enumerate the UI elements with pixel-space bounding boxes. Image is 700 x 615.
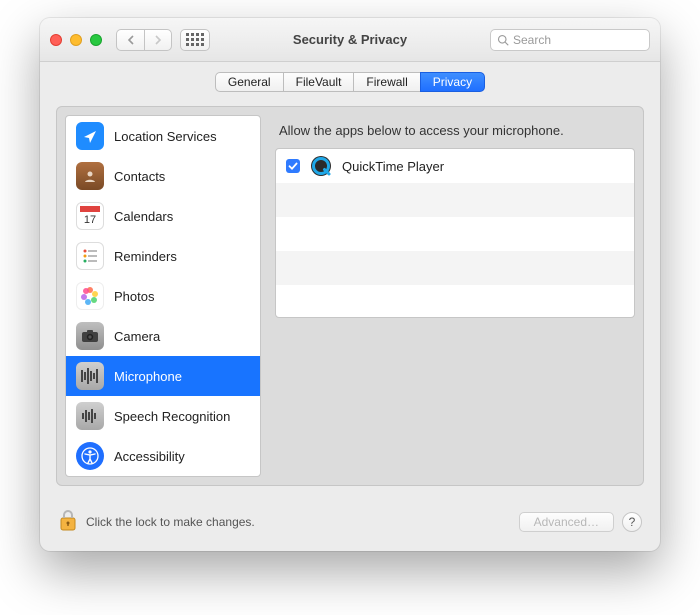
tabs: General FileVault Firewall Privacy: [215, 72, 485, 92]
privacy-panel: Location Services Contacts 17 Calendars: [56, 106, 644, 486]
sidebar-item-label: Location Services: [114, 129, 217, 144]
accessibility-icon: [76, 442, 104, 470]
tab-general[interactable]: General: [215, 72, 283, 92]
sidebar-item-calendars[interactable]: 17 Calendars: [66, 196, 260, 236]
lock-icon: [58, 508, 78, 532]
sidebar-item-label: Calendars: [114, 209, 173, 224]
help-label: ?: [629, 515, 636, 529]
privacy-category-sidebar: Location Services Contacts 17 Calendars: [65, 115, 261, 477]
search-input[interactable]: [513, 33, 643, 47]
sidebar-item-label: Contacts: [114, 169, 165, 184]
sidebar-item-label: Microphone: [114, 369, 182, 384]
back-button[interactable]: [116, 29, 144, 51]
main-content: Location Services Contacts 17 Calendars: [40, 98, 660, 498]
close-window-button[interactable]: [50, 34, 62, 46]
titlebar: Security & Privacy: [40, 18, 660, 62]
sidebar-item-label: Accessibility: [114, 449, 185, 464]
sidebar-item-camera[interactable]: Camera: [66, 316, 260, 356]
lock-button[interactable]: [58, 508, 78, 535]
tabs-row: General FileVault Firewall Privacy: [40, 62, 660, 98]
search-field[interactable]: [490, 29, 650, 51]
location-arrow-icon: [76, 122, 104, 150]
contacts-icon: [76, 162, 104, 190]
chevron-left-icon: [127, 35, 135, 45]
tab-label: Firewall: [366, 75, 407, 89]
microphone-icon: [76, 362, 104, 390]
reminders-icon: [76, 242, 104, 270]
tab-filevault[interactable]: FileVault: [283, 72, 354, 92]
sidebar-item-label: Reminders: [114, 249, 177, 264]
forward-button[interactable]: [144, 29, 172, 51]
preferences-window: Security & Privacy General FileVault Fir…: [40, 18, 660, 551]
sidebar-item-label: Photos: [114, 289, 154, 304]
app-allow-checkbox[interactable]: [286, 159, 300, 173]
calendar-icon: 17: [76, 202, 104, 230]
traffic-lights: [50, 34, 102, 46]
svg-text:17: 17: [84, 214, 96, 226]
sidebar-item-label: Camera: [114, 329, 160, 344]
tab-firewall[interactable]: Firewall: [353, 72, 419, 92]
camera-icon: [76, 322, 104, 350]
nav-back-forward: [116, 29, 172, 51]
app-row-empty: [276, 183, 634, 217]
chevron-right-icon: [154, 35, 162, 45]
tab-label: General: [228, 75, 271, 89]
zoom-window-button[interactable]: [90, 34, 102, 46]
tab-label: FileVault: [296, 75, 342, 89]
app-row-quicktime[interactable]: QuickTime Player: [276, 149, 634, 183]
advanced-label: Advanced…: [534, 515, 599, 529]
tab-label: Privacy: [433, 75, 472, 89]
sidebar-item-speech-recognition[interactable]: Speech Recognition: [66, 396, 260, 436]
sidebar-item-label: Speech Recognition: [114, 409, 230, 424]
sidebar-item-contacts[interactable]: Contacts: [66, 156, 260, 196]
tab-privacy[interactable]: Privacy: [420, 72, 485, 92]
sidebar-item-microphone[interactable]: Microphone: [66, 356, 260, 396]
sidebar-item-photos[interactable]: Photos: [66, 276, 260, 316]
minimize-window-button[interactable]: [70, 34, 82, 46]
advanced-button[interactable]: Advanced…: [519, 512, 614, 532]
privacy-detail-pane: Allow the apps below to access your micr…: [275, 115, 635, 477]
quicktime-icon: [310, 155, 332, 177]
sidebar-item-accessibility[interactable]: Accessibility: [66, 436, 260, 476]
app-name: QuickTime Player: [342, 159, 444, 174]
app-permission-list: QuickTime Player: [275, 148, 635, 318]
show-all-preferences-button[interactable]: [180, 29, 210, 51]
app-row-empty: [276, 217, 634, 251]
help-button[interactable]: ?: [622, 512, 642, 532]
sidebar-item-reminders[interactable]: Reminders: [66, 236, 260, 276]
app-row-empty: [276, 251, 634, 285]
app-row-empty: [276, 285, 634, 318]
search-icon: [497, 34, 509, 46]
photos-icon: [76, 282, 104, 310]
window-footer: Click the lock to make changes. Advanced…: [40, 498, 660, 551]
sidebar-item-location-services[interactable]: Location Services: [66, 116, 260, 156]
detail-header: Allow the apps below to access your micr…: [275, 115, 635, 148]
lock-message: Click the lock to make changes.: [86, 515, 255, 529]
speech-recognition-icon: [76, 402, 104, 430]
checkmark-icon: [288, 161, 298, 171]
